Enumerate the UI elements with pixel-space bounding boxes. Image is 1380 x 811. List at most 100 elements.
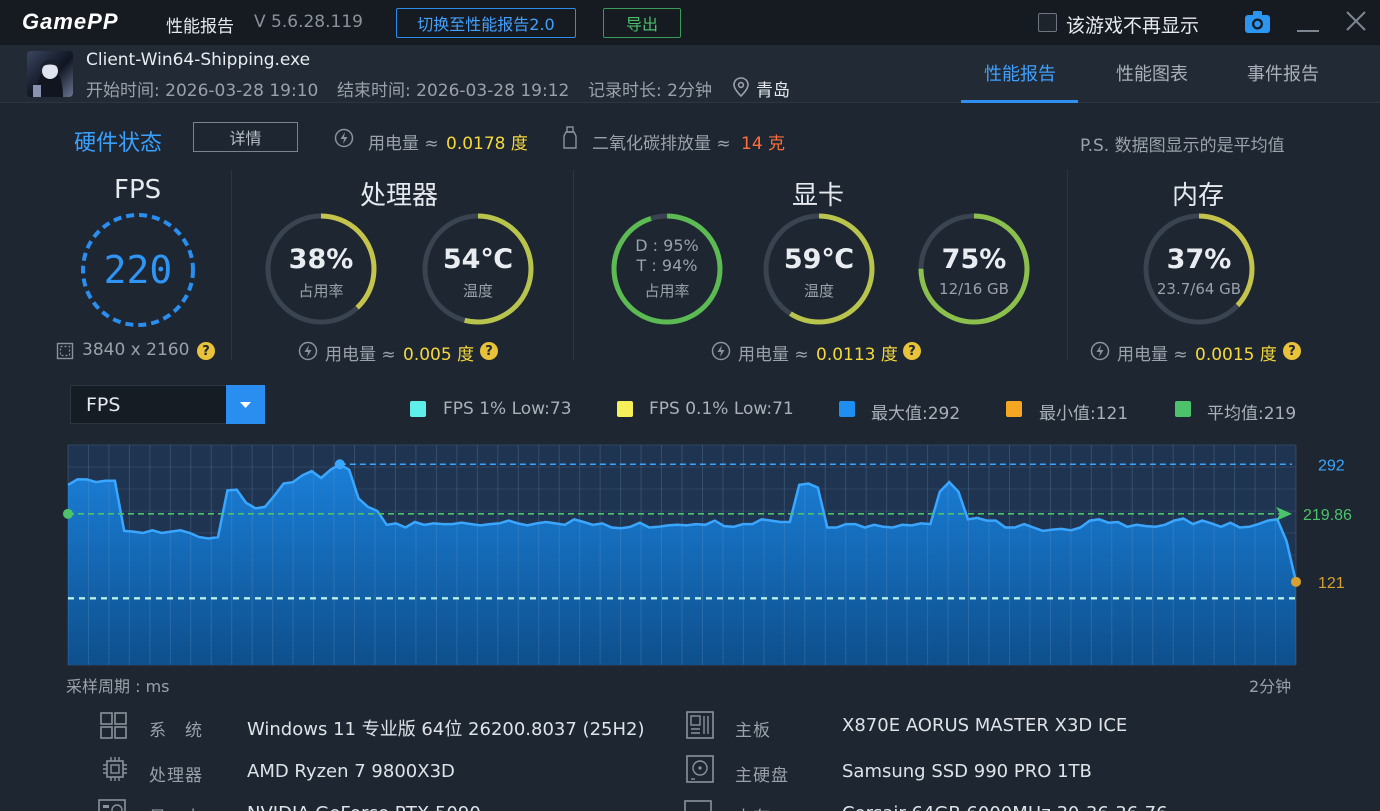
detail-button[interactable]: 详情 — [193, 122, 298, 152]
panel-divider — [573, 170, 574, 360]
min-value-label: 121 — [1318, 575, 1345, 592]
chart-grid-overlay — [67, 445, 1297, 665]
memory-panel-title: 内存 — [1172, 181, 1225, 211]
legend-min: 最小值:121 — [1039, 404, 1129, 424]
spec-value-gpu: NVIDIA GeForce RTX 5090 — [247, 803, 481, 811]
switch-report-button[interactable]: 切换至性能报告2.0 — [396, 8, 576, 38]
gpu-power-value: 0.0113 度 — [816, 345, 898, 365]
gpu-t-value: T : 94% — [636, 256, 698, 275]
max-value-label: 292 — [1318, 457, 1345, 474]
spec-value-cpu: AMD Ryzen 7 9800X3D — [247, 761, 455, 782]
motherboard-icon — [686, 711, 714, 739]
co2-icon — [563, 126, 577, 149]
fps-panel-title: FPS — [114, 175, 162, 205]
gpu-temp-label: 温度 — [803, 282, 834, 300]
metric-dropdown-button[interactable] — [226, 385, 265, 424]
legend-avg: 平均值:219 — [1207, 404, 1297, 424]
memory-power-value: 0.0015 度 — [1195, 345, 1277, 365]
power-icon — [298, 341, 318, 361]
help-icon[interactable]: ? — [903, 342, 921, 360]
total-power-label: 用电量 ≈ — [368, 134, 439, 154]
location-pin-icon — [733, 77, 749, 97]
close-icon[interactable] — [1345, 10, 1367, 32]
total-power-value: 0.0178 度 — [446, 134, 528, 154]
camera-icon[interactable] — [1244, 10, 1271, 34]
panel-divider — [231, 170, 232, 360]
gpu-vram-label: 12/16 GB — [939, 280, 1009, 298]
co2-value: 14 克 — [741, 134, 786, 154]
tab-event-report[interactable]: 事件报告 — [1247, 60, 1319, 86]
spec-key-os: 系 统 — [149, 721, 203, 741]
legend-max: 最大值:292 — [871, 404, 961, 424]
x-axis-start-label: 采样周期 : ms — [66, 677, 170, 696]
no-show-label[interactable]: 该游戏不再显示 — [1066, 11, 1199, 38]
power-icon — [1090, 341, 1110, 361]
game-avatar — [27, 51, 73, 97]
location: 青岛 — [756, 81, 790, 101]
duration: 记录时长: 2分钟 — [588, 81, 712, 101]
gpu-power-label: 用电量 ≈ — [738, 345, 809, 365]
memory-power-label: 用电量 ≈ — [1117, 345, 1188, 365]
x-axis-end-label: 2分钟 — [1249, 677, 1292, 696]
process-name: Client-Win64-Shipping.exe — [86, 50, 311, 70]
spec-value-motherboard: X870E AORUS MASTER X3D ICE — [842, 715, 1128, 736]
spec-key-cpu: 处理器 — [149, 766, 203, 786]
cpu-temp-value: 54℃ — [442, 244, 514, 275]
gpu-d-value: D : 95% — [635, 236, 699, 255]
tab-performance-report[interactable]: 性能报告 — [984, 60, 1056, 86]
chevron-down-icon — [240, 402, 251, 408]
fps-chart[interactable]: 292 219.86 121 — [60, 440, 1380, 670]
minimize-icon[interactable] — [1296, 12, 1320, 34]
cpu-usage-value: 38% — [288, 244, 354, 275]
legend-swatch-min — [1006, 401, 1022, 417]
power-icon — [711, 341, 731, 361]
cpu-temp-label: 温度 — [462, 282, 493, 300]
power-icon — [334, 128, 354, 148]
legend-swatch-1pct-low — [410, 401, 426, 417]
start-time: 开始时间: 2026-03-28 19:10 — [86, 81, 319, 101]
cpu-icon — [103, 757, 127, 781]
hardware-status-title: 硬件状态 — [74, 131, 163, 156]
help-icon[interactable]: ? — [480, 342, 498, 360]
co2-label: 二氧化碳排放量 ≈ — [592, 134, 731, 154]
gpu-panel-title: 显卡 — [792, 181, 845, 211]
export-button[interactable]: 导出 — [603, 8, 681, 38]
max-marker — [334, 459, 345, 470]
no-show-checkbox[interactable] — [1038, 13, 1057, 32]
legend-swatch-avg — [1175, 401, 1191, 417]
cpu-panel-title: 处理器 — [360, 181, 439, 211]
spec-value-memory: Corsair 64GB 6000MHz 30-36-36-76 — [842, 803, 1168, 811]
help-icon[interactable]: ? — [1283, 342, 1301, 360]
resolution: 3840 x 2160 — [82, 340, 190, 360]
metric-select-value: FPS — [86, 394, 121, 416]
avg-value-label: 219.86 — [1303, 507, 1352, 524]
gpu-vram-value: 75% — [941, 244, 1007, 275]
spec-value-disk: Samsung SSD 990 PRO 1TB — [842, 761, 1092, 782]
spec-key-gpu: 显 卡 — [149, 803, 203, 811]
active-tab-indicator — [961, 100, 1078, 103]
memory-value: 37% — [1166, 244, 1232, 275]
avg-start-marker — [63, 508, 73, 519]
spec-key-disk: 主硬盘 — [735, 766, 789, 786]
title-bar: GamePP 性能报告 V 5.6.28.119 切换至性能报告2.0 导出 该… — [0, 0, 1380, 45]
legend-swatch-max — [839, 401, 855, 417]
help-icon[interactable]: ? — [197, 342, 215, 360]
gpu-icon — [98, 799, 126, 811]
legend-1pct-low: FPS 1% Low:73 — [443, 399, 572, 419]
spec-key-memory: 内存 — [735, 803, 771, 811]
windows-icon — [100, 712, 127, 739]
end-time: 结束时间: 2026-03-28 19:12 — [337, 81, 570, 101]
disk-icon — [686, 755, 714, 783]
cpu-power-value: 0.005 度 — [403, 345, 475, 365]
app-logo: GamePP — [22, 9, 119, 34]
memory-label: 23.7/64 GB — [1156, 280, 1242, 298]
min-marker — [1291, 576, 1301, 587]
app-title: 性能报告 — [166, 17, 234, 37]
resolution-icon — [56, 342, 74, 360]
memory-icon — [684, 800, 712, 811]
tab-performance-chart[interactable]: 性能图表 — [1116, 60, 1188, 86]
legend-swatch-01pct-low — [617, 401, 633, 417]
cpu-usage-label: 占用率 — [298, 282, 344, 300]
gpu-usage-label: 占用率 — [644, 282, 690, 300]
spec-key-motherboard: 主板 — [735, 721, 771, 741]
